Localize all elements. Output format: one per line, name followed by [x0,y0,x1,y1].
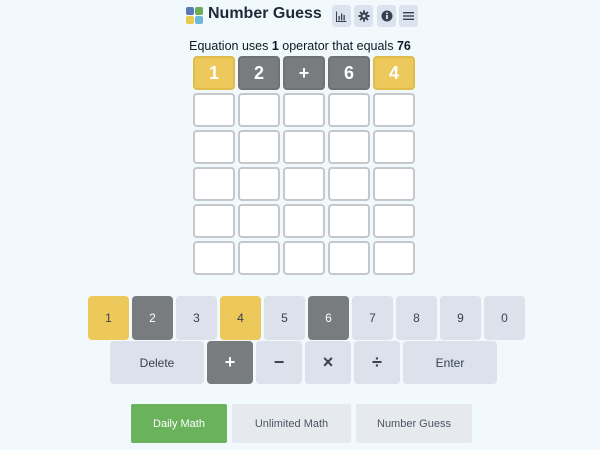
board-tile [373,130,415,164]
digit-key-5[interactable]: 5 [264,296,305,340]
nav-unlimited-math[interactable]: Unlimited Math [232,404,351,443]
board-tile: 6 [328,56,370,90]
board-tile [193,130,235,164]
board-tile [328,241,370,275]
board-tile [328,130,370,164]
digit-key-6[interactable]: 6 [308,296,349,340]
board-tile [373,167,415,201]
digit-key-9[interactable]: 9 [440,296,481,340]
operator-count: 1 [271,39,279,53]
nav-number-guess[interactable]: Number Guess [356,404,472,443]
board-tile [193,167,235,201]
board-tile [238,130,280,164]
board-tile [373,93,415,127]
delete-key[interactable]: Delete [110,341,204,384]
operator-key-row: Delete + − × ÷ Enter [110,341,497,384]
info-button[interactable] [377,5,396,27]
board-tile: 2 [238,56,280,90]
board-tile [238,93,280,127]
board-tile [373,241,415,275]
menu-button[interactable] [399,5,418,27]
multiply-key[interactable]: × [305,341,351,384]
digit-key-3[interactable]: 3 [176,296,217,340]
digit-key-row: 1234567890 [88,296,525,340]
gear-icon [357,10,370,22]
equation-hint: Equation uses 1 operator that equals 76 [0,39,600,53]
digit-key-4[interactable]: 4 [220,296,261,340]
settings-button[interactable] [354,5,373,27]
board-tile: 4 [373,56,415,90]
board-tile: 1 [193,56,235,90]
digit-key-2[interactable]: 2 [132,296,173,340]
board-tile [328,204,370,238]
divide-key[interactable]: ÷ [354,341,400,384]
board-tile [283,241,325,275]
target-value: 76 [396,39,411,53]
header: Number Guess [0,0,600,32]
nav-daily-math[interactable]: Daily Math [131,404,227,443]
digit-key-7[interactable]: 7 [352,296,393,340]
board-tile [283,204,325,238]
minus-key[interactable]: − [256,341,302,384]
stats-button[interactable] [332,5,351,27]
board-tile [373,204,415,238]
app-logo-icon [186,7,203,24]
board-tile [283,93,325,127]
board-tile [238,167,280,201]
app-title: Number Guess [208,5,322,22]
bar-chart-icon [336,11,347,22]
board-tile [238,241,280,275]
board-tile [328,167,370,201]
info-icon [381,10,392,22]
menu-icon [403,12,414,20]
digit-key-1[interactable]: 1 [88,296,129,340]
board-tile: + [283,56,325,90]
enter-key[interactable]: Enter [403,341,497,384]
hint-prefix: Equation uses [189,39,272,53]
mode-nav: Daily Math Unlimited Math Number Guess [131,404,472,443]
plus-key[interactable]: + [207,341,253,384]
guess-board: 1 2 +6 4 [193,56,415,275]
board-tile [193,241,235,275]
digit-key-8[interactable]: 8 [396,296,437,340]
board-tile [238,204,280,238]
board-tile [283,130,325,164]
hint-middle: operator that equals [278,39,397,53]
digit-key-0[interactable]: 0 [484,296,525,340]
board-tile [193,204,235,238]
board-tile [283,167,325,201]
board-tile [193,93,235,127]
board-tile [328,93,370,127]
